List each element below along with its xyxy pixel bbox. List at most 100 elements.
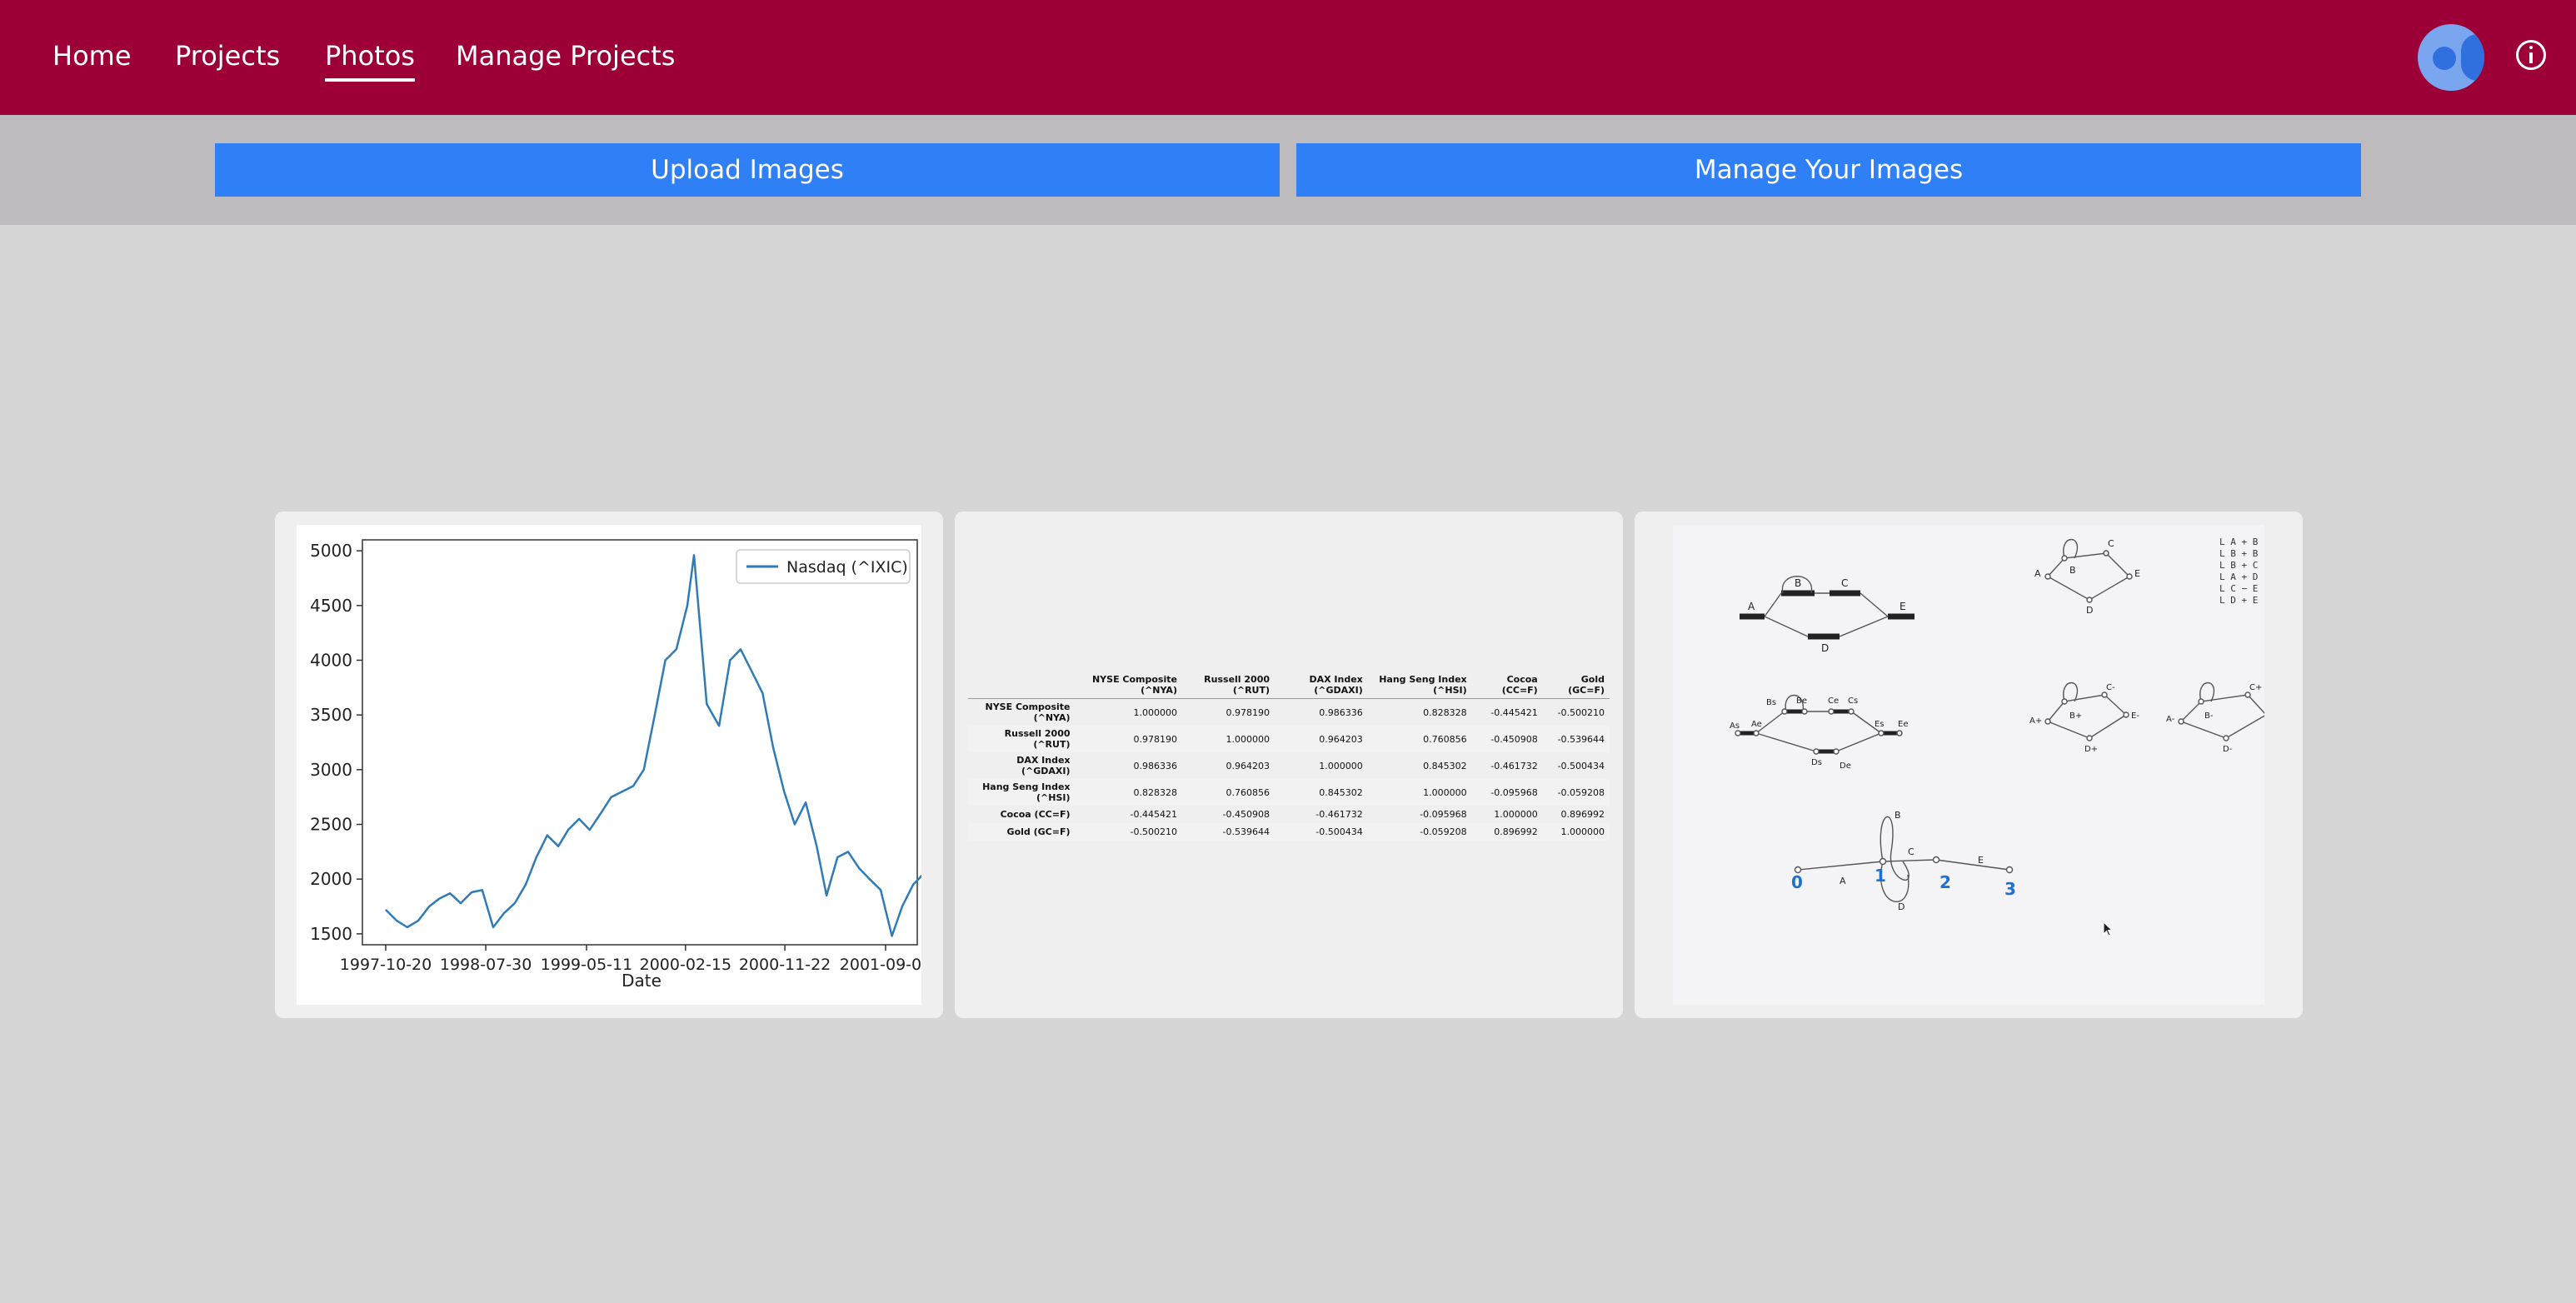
- upload-images-button[interactable]: Upload Images: [215, 143, 1280, 197]
- table-cell: 0.978190: [1133, 733, 1177, 745]
- y-tick-label: 3000: [310, 760, 352, 780]
- graph-label: B-: [2204, 711, 2214, 721]
- table-row: NYSE Composite (^NYA) 1.000000 0.978190 0.9…: [968, 699, 1610, 726]
- data-point: [729, 660, 731, 661]
- correlation-table: NYSE Composite (^NYA) Russell 2000 (^RUT)…: [968, 671, 1610, 841]
- table-cell: 0.845302: [1319, 786, 1363, 798]
- graph-label: Ee: [1898, 720, 1908, 729]
- graph-label: A: [1748, 601, 1755, 612]
- data-point: [706, 703, 707, 705]
- plot-area: [362, 539, 918, 946]
- table-row: DAX Index (^GDAXI) 0.986336 0.964203 1.0000…: [968, 752, 1610, 779]
- table-cell: 0.978190: [1226, 706, 1271, 718]
- manage-your-images-button[interactable]: Manage Your Images: [1296, 143, 2361, 197]
- table-cell: 0.828328: [1133, 786, 1177, 798]
- table-cell: -0.445421: [1490, 706, 1538, 718]
- x-tick-label: 2000-11-22: [739, 956, 831, 974]
- data-point: [428, 906, 430, 907]
- data-point: [578, 818, 580, 820]
- table-row: Hang Seng Index (^HSI) 0.828328 0.760856 0.…: [968, 779, 1610, 806]
- mouse-pointer-icon: [2103, 921, 2113, 936]
- table-column-header: DAX Index (^GDAXI): [1309, 674, 1363, 696]
- table-row: Gold (GC=F) -0.500210 -0.539644 -0.500434 -0…: [968, 823, 1610, 841]
- graph-label: 0: [1791, 872, 1803, 892]
- table-cell: 1.000000: [1560, 826, 1605, 837]
- data-point: [836, 856, 838, 858]
- table-cell: -0.500434: [1557, 760, 1605, 771]
- y-tick-label: 3500: [310, 705, 352, 725]
- table-row-header: NYSE Composite (^NYA): [985, 701, 1071, 723]
- table-cell: -0.461732: [1315, 809, 1363, 820]
- data-point: [686, 605, 688, 607]
- user-avatar-icon[interactable]: [2418, 24, 2484, 91]
- photo-card-correlation-table[interactable]: NYSE Composite (^NYA) Russell 2000 (^RUT)…: [955, 512, 1623, 1018]
- nav-photos-link[interactable]: Photos: [325, 37, 415, 82]
- graph-label: C+: [2249, 683, 2262, 692]
- graph-label: A: [1840, 876, 1846, 886]
- data-point: [460, 902, 462, 904]
- legend-line: L D + E: [2219, 595, 2258, 606]
- data-point: [901, 906, 903, 907]
- y-tick-label: 4000: [310, 650, 352, 670]
- data-point: [869, 878, 871, 880]
- graph-one: A B C D E: [1740, 576, 1915, 654]
- graph-label: E-: [2131, 711, 2139, 721]
- diagram-legend: L A + B L B + B L B + C L A + D L C − E …: [2219, 537, 2259, 606]
- avatar-shape: [2461, 34, 2484, 81]
- network-diagram: A B C D E Bs Be Ce Cs As Ae Ds De Es Ee …: [1730, 537, 2267, 912]
- y-tick-label: 5000: [310, 541, 352, 561]
- data-point: [449, 892, 451, 894]
- table-cell: 0.986336: [1133, 760, 1177, 771]
- data-point: [693, 554, 695, 556]
- legend-line: L B + C: [2219, 560, 2258, 571]
- graph-three: A B C D E: [2034, 538, 2140, 616]
- legend-line: L C − E: [2219, 583, 2258, 594]
- chart-x-axis-label: Date: [622, 971, 661, 991]
- table-column-header: NYSE Composite (^NYA): [1091, 674, 1177, 696]
- table-cell: 0.760856: [1423, 733, 1467, 745]
- data-point: [503, 912, 505, 914]
- graph-label: De: [1840, 761, 1851, 771]
- graph-label: E: [2134, 568, 2140, 579]
- data-point: [826, 895, 827, 896]
- graph-label: 1: [1875, 866, 1886, 886]
- graph-label: B: [1795, 577, 1801, 589]
- table-cell: 0.964203: [1226, 760, 1271, 771]
- graph-label: Ae: [1751, 720, 1762, 729]
- nav-projects-link[interactable]: Projects: [175, 37, 280, 75]
- nav-home-link[interactable]: Home: [52, 37, 132, 75]
- graph-label: E: [1978, 855, 1984, 866]
- legend-line: L B + B: [2219, 548, 2259, 559]
- nav-manage-projects-link[interactable]: Manage Projects: [456, 37, 675, 75]
- table-row: Cocoa (CC=F) -0.445421 -0.450908 -0.461732 -…: [968, 806, 1610, 823]
- graph-label: B: [1895, 810, 1901, 821]
- data-point: [567, 829, 569, 831]
- graph-label: C-: [2106, 683, 2115, 692]
- graph-label: C: [1841, 577, 1848, 589]
- photo-card-nasdaq-chart[interactable]: 1500 2000 2500 3000 3500 4000 4500 5000 1997-10-…: [275, 512, 943, 1018]
- graph-label: A-: [2166, 715, 2175, 724]
- graph-label: Ce: [1828, 696, 1839, 706]
- table-cell: -0.095968: [1420, 809, 1467, 820]
- nasdaq-line-chart: 1500 2000 2500 3000 3500 4000 4500 5000 1997-10-…: [310, 539, 931, 991]
- graph-label: D: [2086, 605, 2093, 616]
- photo-card-network-diagram[interactable]: A B C D E Bs Be Ce Cs As Ae Ds De Es Ee …: [1635, 512, 2303, 1018]
- y-tick-label: 4500: [310, 596, 352, 616]
- table-header-row: NYSE Composite (^NYA) Russell 2000 (^RUT)…: [968, 671, 1610, 699]
- graph-label: D-: [2223, 745, 2233, 754]
- data-point: [611, 796, 612, 798]
- table-cell: -0.539644: [1557, 733, 1605, 745]
- table-cell: -0.500210: [1130, 826, 1177, 837]
- graph-label: Bs: [1766, 698, 1776, 707]
- graph-label: Be: [1796, 696, 1807, 706]
- data-point: [794, 824, 796, 825]
- data-point: [772, 747, 774, 749]
- legend-line: L A + B: [2219, 537, 2259, 547]
- graph-label: As: [1730, 721, 1740, 731]
- y-tick-label: 1500: [310, 924, 352, 944]
- x-tick-label: 1999-05-11: [541, 956, 632, 974]
- table-cell: -0.059208: [1557, 786, 1605, 798]
- table-cell: -0.500210: [1557, 706, 1605, 718]
- info-icon[interactable]: [2516, 40, 2546, 70]
- graph-label: C: [2108, 538, 2114, 549]
